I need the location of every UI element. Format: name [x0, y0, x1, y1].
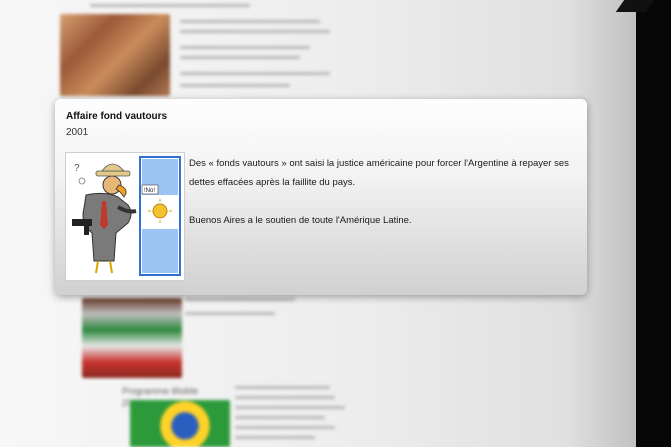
dark-edge	[636, 0, 671, 447]
street-photo	[60, 14, 170, 96]
background-card-2	[0, 290, 636, 390]
popup-description: Des « fonds vautours » ont saisi la just…	[189, 154, 579, 249]
popup-paragraph-1: Des « fonds vautours » ont saisi la just…	[189, 158, 569, 188]
background-card-1	[0, 0, 636, 100]
background-card-title: Programme illisible	[122, 386, 199, 396]
vulture-cartoon-icon: !No! ?	[72, 156, 181, 276]
cartoon-image[interactable]: !No! ?	[65, 152, 185, 281]
popup-title: Affaire fond vautours	[66, 111, 168, 122]
popup-paragraph-2: Buenos Aires a le soutien de toute l'Amé…	[189, 215, 412, 226]
event-popup-card[interactable]: Affaire fond vautours 2001 !No! ? Des « …	[55, 99, 587, 295]
background-card-3: Programme illisible 2013	[0, 380, 636, 447]
mexico-flag-photo	[82, 298, 182, 378]
brazil-flag-photo	[130, 400, 230, 447]
svg-text:?: ?	[74, 163, 80, 174]
popup-year: 2001	[66, 127, 89, 138]
svg-text:!No!: !No!	[144, 188, 155, 194]
